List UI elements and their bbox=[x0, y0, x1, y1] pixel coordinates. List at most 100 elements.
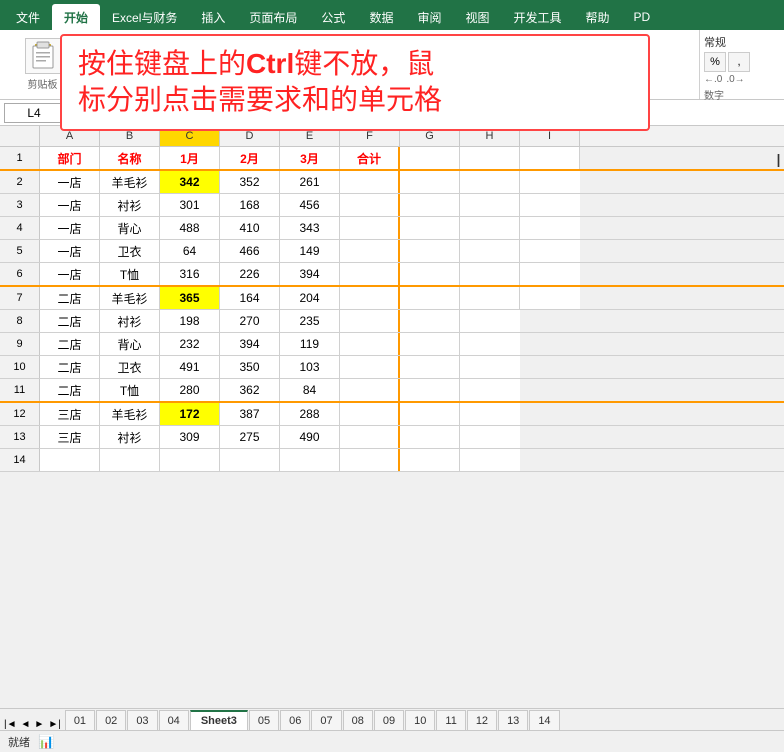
cell-1-H[interactable] bbox=[460, 147, 520, 169]
cell-6-D[interactable]: 226 bbox=[220, 263, 280, 285]
cell-2-E[interactable]: 261 bbox=[280, 171, 340, 193]
sheet-tab-10[interactable]: 10 bbox=[405, 710, 435, 730]
sheet-tab-14[interactable]: 14 bbox=[529, 710, 559, 730]
paste-button[interactable] bbox=[25, 38, 61, 74]
decrease-decimal-label: ←.0 bbox=[704, 74, 722, 85]
cell-4-D[interactable]: 410 bbox=[220, 217, 280, 239]
row-num-4: 4 bbox=[0, 217, 40, 239]
cell-1-I[interactable] bbox=[520, 147, 580, 169]
cell-3-D[interactable]: 168 bbox=[220, 194, 280, 216]
tooltip-box: 按住键盘上的Ctrl键不放，鼠标分别点击需要求和的单元格 bbox=[60, 34, 650, 131]
sheet-tab-02[interactable]: 02 bbox=[96, 710, 126, 730]
sheet-tabs-bar: |◄ ◄ ► ►| 01 02 03 04 Sheet3 05 06 07 08… bbox=[0, 708, 784, 730]
cell-2-G[interactable] bbox=[400, 171, 460, 193]
sheet-tab-12[interactable]: 12 bbox=[467, 710, 497, 730]
clipboard-label: 剪贴板 bbox=[28, 76, 58, 91]
cell-2-I[interactable] bbox=[520, 171, 580, 193]
cell-6-E[interactable]: 394 bbox=[280, 263, 340, 285]
data-row-12: 12 三店 羊毛衫 172 387 288 bbox=[0, 403, 784, 426]
tab-formulas[interactable]: 公式 bbox=[309, 4, 357, 30]
cell-3-A[interactable]: 一店 bbox=[40, 194, 100, 216]
cell-2-A[interactable]: 一店 bbox=[40, 171, 100, 193]
tab-help[interactable]: 帮助 bbox=[574, 4, 622, 30]
sheet-nav-prev[interactable]: ◄ bbox=[19, 719, 33, 730]
cell-3-C[interactable]: 301 bbox=[160, 194, 220, 216]
sheet-tab-07[interactable]: 07 bbox=[311, 710, 341, 730]
app-window: 文件 开始 Excel与财务 插入 页面布局 公式 数据 审阅 视图 开发工具 … bbox=[0, 0, 784, 752]
cell-7-D[interactable]: 164 bbox=[220, 287, 280, 309]
sheet-tab-03[interactable]: 03 bbox=[127, 710, 157, 730]
cell-4-E[interactable]: 343 bbox=[280, 217, 340, 239]
tab-home[interactable]: 开始 bbox=[52, 4, 100, 30]
cell-3-E[interactable]: 456 bbox=[280, 194, 340, 216]
tab-file[interactable]: 文件 bbox=[4, 4, 52, 30]
cell-1-F[interactable]: 合计 bbox=[340, 147, 400, 169]
sheet-tab-11[interactable]: 11 bbox=[436, 710, 465, 730]
cell-5-F[interactable] bbox=[340, 240, 400, 262]
sheet-tab-08[interactable]: 08 bbox=[343, 710, 373, 730]
cell-3-B[interactable]: 衬衫 bbox=[100, 194, 160, 216]
row-num-3: 3 bbox=[0, 194, 40, 216]
name-box[interactable]: L4 bbox=[4, 103, 64, 123]
cell-6-F[interactable] bbox=[340, 263, 400, 285]
sheet-tab-09[interactable]: 09 bbox=[374, 710, 404, 730]
cell-4-A[interactable]: 一店 bbox=[40, 217, 100, 239]
cell-1-A[interactable]: 部门 bbox=[40, 147, 100, 169]
sheet-nav-next[interactable]: ► bbox=[32, 719, 46, 730]
tab-page-layout[interactable]: 页面布局 bbox=[237, 4, 309, 30]
sheet-tab-06[interactable]: 06 bbox=[280, 710, 310, 730]
cell-7-A[interactable]: 二店 bbox=[40, 287, 100, 309]
cell-6-C[interactable]: 316 bbox=[160, 263, 220, 285]
cell-2-F[interactable] bbox=[340, 171, 400, 193]
percent-button[interactable]: % bbox=[704, 52, 726, 72]
tab-insert[interactable]: 插入 bbox=[189, 4, 237, 30]
cell-3-F[interactable] bbox=[340, 194, 400, 216]
data-row-10: 10 二店 卫衣 491 350 103 bbox=[0, 356, 784, 379]
sheet-tab-sheet3[interactable]: Sheet3 bbox=[190, 710, 248, 730]
sheet-tab-04[interactable]: 04 bbox=[159, 710, 189, 730]
tab-review[interactable]: 审阅 bbox=[405, 4, 453, 30]
cell-2-B[interactable]: 羊毛衫 bbox=[100, 171, 160, 193]
number-format-panel: 常规 % , ←.0 .0→ 数字 bbox=[699, 30, 784, 99]
cell-2-H[interactable] bbox=[460, 171, 520, 193]
data-row-11: 11 二店 T恤 280 362 84 bbox=[0, 379, 784, 403]
cell-5-A[interactable]: 一店 bbox=[40, 240, 100, 262]
cell-6-A[interactable]: 一店 bbox=[40, 263, 100, 285]
tab-developer[interactable]: 开发工具 bbox=[501, 4, 573, 30]
cell-4-F[interactable] bbox=[340, 217, 400, 239]
cell-1-E[interactable]: 3月 bbox=[280, 147, 340, 169]
tab-pd[interactable]: PD bbox=[622, 4, 663, 30]
row-num-8: 8 bbox=[0, 310, 40, 332]
cell-7-E[interactable]: 204 bbox=[280, 287, 340, 309]
cell-1-D[interactable]: 2月 bbox=[220, 147, 280, 169]
cell-2-C[interactable]: 342 bbox=[160, 171, 220, 193]
cell-4-C[interactable]: 488 bbox=[160, 217, 220, 239]
data-row-9: 9 二店 背心 232 394 119 bbox=[0, 333, 784, 356]
tab-excel-finance[interactable]: Excel与财务 bbox=[100, 4, 189, 30]
cell-7-B[interactable]: 羊毛衫 bbox=[100, 287, 160, 309]
tab-data[interactable]: 数据 bbox=[357, 4, 405, 30]
ribbon-tabs: 文件 开始 Excel与财务 插入 页面布局 公式 数据 审阅 视图 开发工具 … bbox=[0, 0, 784, 30]
cell-7-C[interactable]: 365 bbox=[160, 287, 220, 309]
sheet-nav-first[interactable]: |◄ bbox=[2, 719, 19, 730]
sheet-tab-13[interactable]: 13 bbox=[498, 710, 528, 730]
number-section-label: 数字 bbox=[704, 87, 780, 102]
tab-view[interactable]: 视图 bbox=[453, 4, 501, 30]
sheet-tab-01[interactable]: 01 bbox=[65, 710, 95, 730]
cell-4-B[interactable]: 背心 bbox=[100, 217, 160, 239]
cell-5-B[interactable]: 卫衣 bbox=[100, 240, 160, 262]
sheet-nav-last[interactable]: ►| bbox=[46, 719, 63, 730]
sheet-tab-05[interactable]: 05 bbox=[249, 710, 279, 730]
row-num-11: 11 bbox=[0, 379, 40, 401]
cell-7-F[interactable] bbox=[340, 287, 400, 309]
cell-5-E[interactable]: 149 bbox=[280, 240, 340, 262]
cell-5-C[interactable]: 64 bbox=[160, 240, 220, 262]
cell-5-D[interactable]: 466 bbox=[220, 240, 280, 262]
cell-1-B[interactable]: 名称 bbox=[100, 147, 160, 169]
cell-1-C[interactable]: 1月 bbox=[160, 147, 220, 169]
cell-1-G[interactable] bbox=[400, 147, 460, 169]
cell-2-D[interactable]: 352 bbox=[220, 171, 280, 193]
row-num-1: 1 bbox=[0, 147, 40, 169]
comma-button[interactable]: , bbox=[728, 52, 750, 72]
cell-6-B[interactable]: T恤 bbox=[100, 263, 160, 285]
